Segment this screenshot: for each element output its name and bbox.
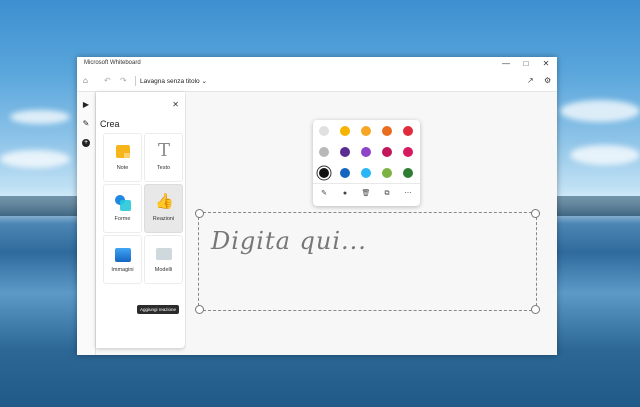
minimize-icon[interactable]: — <box>500 59 512 69</box>
color-swatch[interactable] <box>319 147 329 157</box>
create-note-label: Note <box>116 165 129 171</box>
color-swatch[interactable] <box>403 168 413 178</box>
dot-icon[interactable]: ● <box>340 189 350 199</box>
close-icon[interactable]: ✕ <box>540 59 552 69</box>
image-icon <box>115 248 131 262</box>
color-swatch[interactable] <box>403 126 413 136</box>
toolbar-divider <box>135 76 136 86</box>
resize-handle[interactable] <box>195 305 204 314</box>
more-icon[interactable]: ⋯ <box>403 189 413 199</box>
pen-icon[interactable]: ✎ <box>319 189 329 199</box>
shapes-icon <box>115 195 131 211</box>
color-swatch[interactable] <box>319 126 329 136</box>
tooltip: Aggiungi reazione <box>137 305 180 314</box>
resize-handle[interactable] <box>195 209 204 218</box>
text-icon: T <box>157 140 170 161</box>
note-text[interactable]: Digita qui... <box>211 227 367 255</box>
create-shapes-button[interactable]: Forme <box>103 184 142 233</box>
color-swatch[interactable] <box>340 147 350 157</box>
title-bar: Microsoft Whiteboard — □ ✕ <box>77 57 557 71</box>
app-toolbar: ⌂ ↶ ↷ Lavagna senza titolo ⌄ ↗ ⚙ <box>77 71 557 92</box>
redo-icon[interactable]: ↷ <box>120 76 127 86</box>
palette-divider <box>313 183 420 184</box>
whiteboard-window: Microsoft Whiteboard — □ ✕ ⌂ ↶ ↷ Lavagna… <box>77 57 557 355</box>
color-swatch[interactable] <box>361 168 371 178</box>
color-swatch[interactable] <box>382 147 392 157</box>
cloud <box>10 110 70 124</box>
panel-title: Crea <box>100 119 120 129</box>
create-note-button[interactable]: Note <box>103 133 142 182</box>
cloud <box>570 145 640 165</box>
color-swatch[interactable] <box>382 168 392 178</box>
create-reaction-button[interactable]: 👍 Reazioni <box>144 184 183 233</box>
note-icon <box>116 145 130 158</box>
color-swatch[interactable] <box>403 147 413 157</box>
select-pointer-icon[interactable]: ▶ <box>81 100 91 110</box>
templates-icon <box>156 248 172 260</box>
board-title: Lavagna senza titolo <box>140 78 200 85</box>
create-text-button[interactable]: T Testo <box>144 133 183 182</box>
color-swatch[interactable] <box>319 168 329 178</box>
color-swatch[interactable] <box>340 126 350 136</box>
color-swatch[interactable] <box>361 126 371 136</box>
cloud <box>560 100 640 122</box>
window-title: Microsoft Whiteboard <box>84 60 141 66</box>
gear-icon[interactable]: ⚙ <box>544 76 551 86</box>
copy-format-icon[interactable]: ⧉ <box>382 189 392 199</box>
share-icon[interactable]: ↗ <box>527 76 534 86</box>
create-image-label: Immagini <box>111 267 134 273</box>
left-tool-rail: ▶ ✎ + <box>77 92 96 355</box>
resize-handle[interactable] <box>531 209 540 218</box>
color-swatch[interactable] <box>340 168 350 178</box>
create-shapes-label: Forme <box>114 216 131 222</box>
create-reaction-label: Reazioni <box>152 216 175 222</box>
reaction-icon: 👍 <box>155 193 174 210</box>
undo-icon[interactable]: ↶ <box>104 76 111 86</box>
ink-color-palette: ✎ ● 🗑 ⧉ ⋯ <box>313 120 420 206</box>
resize-handle[interactable] <box>531 305 540 314</box>
maximize-icon[interactable]: □ <box>520 59 532 69</box>
cloud <box>0 150 70 168</box>
close-icon[interactable]: ✕ <box>172 100 179 109</box>
delete-icon[interactable]: 🗑 <box>361 189 371 199</box>
text-note[interactable]: Digita qui... <box>195 209 540 314</box>
create-templates-label: Modelli <box>154 267 173 273</box>
chevron-down-icon: ⌄ <box>201 78 207 85</box>
pen-icon[interactable]: ✎ <box>81 119 91 129</box>
create-text-label: Testo <box>156 165 171 171</box>
color-swatch[interactable] <box>382 126 392 136</box>
create-image-button[interactable]: Immagini <box>103 235 142 284</box>
home-icon[interactable]: ⌂ <box>83 76 88 86</box>
color-swatch[interactable] <box>361 147 371 157</box>
board-title-dropdown[interactable]: Lavagna senza titolo ⌄ <box>140 77 207 85</box>
add-icon[interactable]: + <box>81 137 91 147</box>
create-templates-button[interactable]: Modelli <box>144 235 183 284</box>
